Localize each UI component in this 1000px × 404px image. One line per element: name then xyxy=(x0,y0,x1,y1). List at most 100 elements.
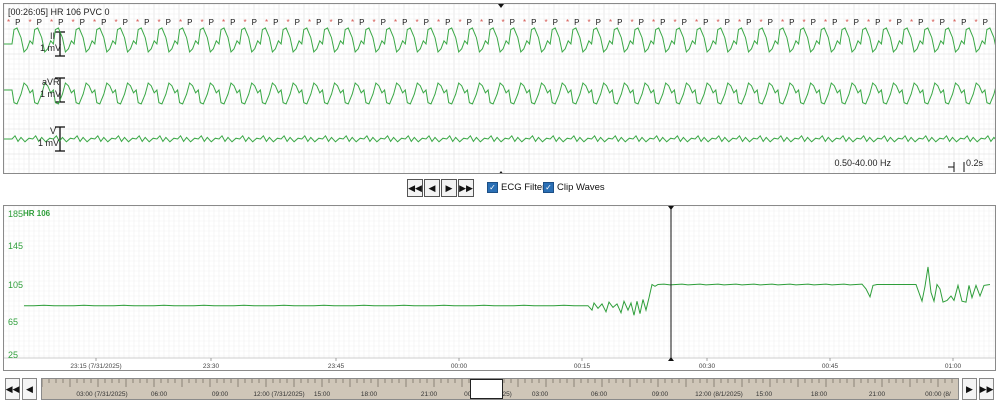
timeline-tick: 06:00 xyxy=(150,391,168,398)
time-tick: 00:30 xyxy=(698,363,716,370)
beat-marker: * P xyxy=(7,18,21,27)
previous-page-button[interactable]: ◀ xyxy=(424,179,440,197)
beat-marker: * P xyxy=(394,18,408,27)
right-arrow-icon: ▶ xyxy=(445,182,453,193)
timeline-tick: 09:00 xyxy=(211,391,229,398)
timeline-tick: 12:00 (8/1/2025) xyxy=(695,391,743,398)
beat-marker: * P xyxy=(566,18,580,27)
beat-marker: * P xyxy=(71,18,85,27)
lead-label-avr: aVR xyxy=(42,77,60,87)
ecg-filter-checkbox[interactable]: ✓ ECG Filter xyxy=(487,182,545,193)
beat-marker: * P xyxy=(437,18,451,27)
beat-marker: * P xyxy=(114,18,128,27)
timeline-prev-button[interactable]: ◀ xyxy=(22,378,37,400)
timeline-tick: 12:00 (7/31/2025) xyxy=(253,391,305,398)
y-tick-105: 105 xyxy=(8,280,24,290)
beat-marker: * P xyxy=(630,18,644,27)
timeline-tick: 15:00 xyxy=(755,391,773,398)
double-right-arrow-icon: ▶▶ xyxy=(459,182,473,193)
beat-marker: * P xyxy=(867,18,881,27)
beat-marker: * P xyxy=(286,18,300,27)
beat-marker: * P xyxy=(802,18,816,27)
beat-marker: * P xyxy=(93,18,107,27)
timeline-tick: 00:00 (8/ xyxy=(925,391,951,398)
double-left-arrow-icon: ◀◀ xyxy=(408,182,422,193)
beat-marker: * P xyxy=(910,18,924,27)
left-arrow-icon: ◀ xyxy=(428,182,436,193)
timeline-navigator[interactable]: ◀◀ ◀ 03:00 (7/31/2025) 06:00 09:00 12:00 (7… xyxy=(3,377,996,401)
lead-scale-ii: 1 mV xyxy=(40,43,62,53)
beat-marker: * P xyxy=(179,18,193,27)
timeline-track[interactable]: 03:00 (7/31/2025) 06:00 09:00 12:00 (7/31/2… xyxy=(41,378,959,400)
timeline-first-button[interactable]: ◀◀ xyxy=(5,378,20,400)
time-scale-label: 0.2s xyxy=(965,158,983,168)
hr-trend-panel[interactable]: 185 HR 106 145 105 65 25 23:15 (7/31/202… xyxy=(3,205,996,371)
time-tick: 23:45 xyxy=(327,363,345,370)
beat-marker: * P xyxy=(888,18,902,27)
timeline-tick: 15:00 xyxy=(313,391,331,398)
trend-grid xyxy=(4,206,995,358)
timeline-last-button[interactable]: ▶▶ xyxy=(979,378,994,400)
timeline-window-handle[interactable] xyxy=(470,379,503,399)
beat-marker: * P xyxy=(609,18,623,27)
beat-marker: * P xyxy=(845,18,859,27)
beat-marker: * P xyxy=(222,18,236,27)
beat-marker: * P xyxy=(458,18,472,27)
checkmark-icon: ✓ xyxy=(543,182,554,193)
timeline-tick: 09:00 xyxy=(651,391,669,398)
beat-marker: * P xyxy=(50,18,64,27)
beat-marker: * P xyxy=(415,18,429,27)
beat-marker: * P xyxy=(480,18,494,27)
first-page-button[interactable]: ◀◀ xyxy=(407,179,423,197)
left-arrow-icon: ◀ xyxy=(26,383,33,394)
beat-marker: * P xyxy=(781,18,795,27)
last-page-button[interactable]: ▶▶ xyxy=(458,179,474,197)
lead-avr-trace xyxy=(4,82,995,105)
timeline-tick: 03:00 xyxy=(531,391,549,398)
beat-marker: * P xyxy=(372,18,386,27)
beat-marker: * P xyxy=(695,18,709,27)
beat-marker: * P xyxy=(308,18,322,27)
beat-marker: * P xyxy=(759,18,773,27)
beat-marker: * P xyxy=(200,18,214,27)
beat-marker: * P xyxy=(953,18,967,27)
beat-marker: * P xyxy=(523,18,537,27)
timeline-tick: 18:00 xyxy=(810,391,828,398)
time-tick: 23:15 (7/31/2025) xyxy=(70,363,122,370)
lead-label-ii: II xyxy=(50,31,56,41)
ecg-strip-panel: [00:26:05] HR 106 PVC 0 * P * P * P * P * P * P * P * P… xyxy=(3,3,996,174)
timeline-tick: 21:00 xyxy=(420,391,438,398)
ecg-filter-label: ECG Filter xyxy=(501,182,546,193)
beat-marker: * P xyxy=(738,18,752,27)
beat-marker: * P xyxy=(824,18,838,27)
double-right-arrow-icon: ▶▶ xyxy=(979,383,994,394)
clip-waves-label: Clip Waves xyxy=(557,182,605,193)
beat-marker: * P xyxy=(974,18,988,27)
next-page-button[interactable]: ▶ xyxy=(441,179,457,197)
lead-ii-trace xyxy=(4,27,995,54)
timeline-tick: 03:00 (7/31/2025) xyxy=(76,391,128,398)
clip-waves-checkbox[interactable]: ✓ Clip Waves xyxy=(543,182,605,193)
timeline-tick: 06:00 xyxy=(590,391,608,398)
beat-marker: * P xyxy=(265,18,279,27)
ecg-header-status: [00:26:05] HR 106 PVC 0 xyxy=(8,7,110,17)
y-tick-25: 25 xyxy=(8,350,19,360)
time-tick: 00:00 xyxy=(450,363,468,370)
timeline-tick: 18:00 xyxy=(360,391,378,398)
beat-marker: * P xyxy=(136,18,150,27)
lead-label-v: V xyxy=(50,126,57,136)
time-tick: 01:00 xyxy=(944,363,962,370)
beat-marker: * P xyxy=(351,18,365,27)
beat-marker: * P xyxy=(28,18,42,27)
lead-scale-v: 1 mV xyxy=(38,138,60,148)
y-tick-145: 145 xyxy=(8,241,24,251)
beat-marker: * P xyxy=(329,18,343,27)
beat-marker: * P xyxy=(652,18,666,27)
y-tick-185: 185 xyxy=(8,209,24,219)
time-tick: 00:45 xyxy=(821,363,839,370)
hr-trend-graph[interactable] xyxy=(4,206,996,371)
timeline-next-button[interactable]: ▶ xyxy=(962,378,977,400)
lead-scale-avr: 1 mV xyxy=(40,89,62,99)
time-tick: 23:30 xyxy=(202,363,220,370)
filter-range-label: 0.50-40.00 Hz xyxy=(834,158,891,168)
